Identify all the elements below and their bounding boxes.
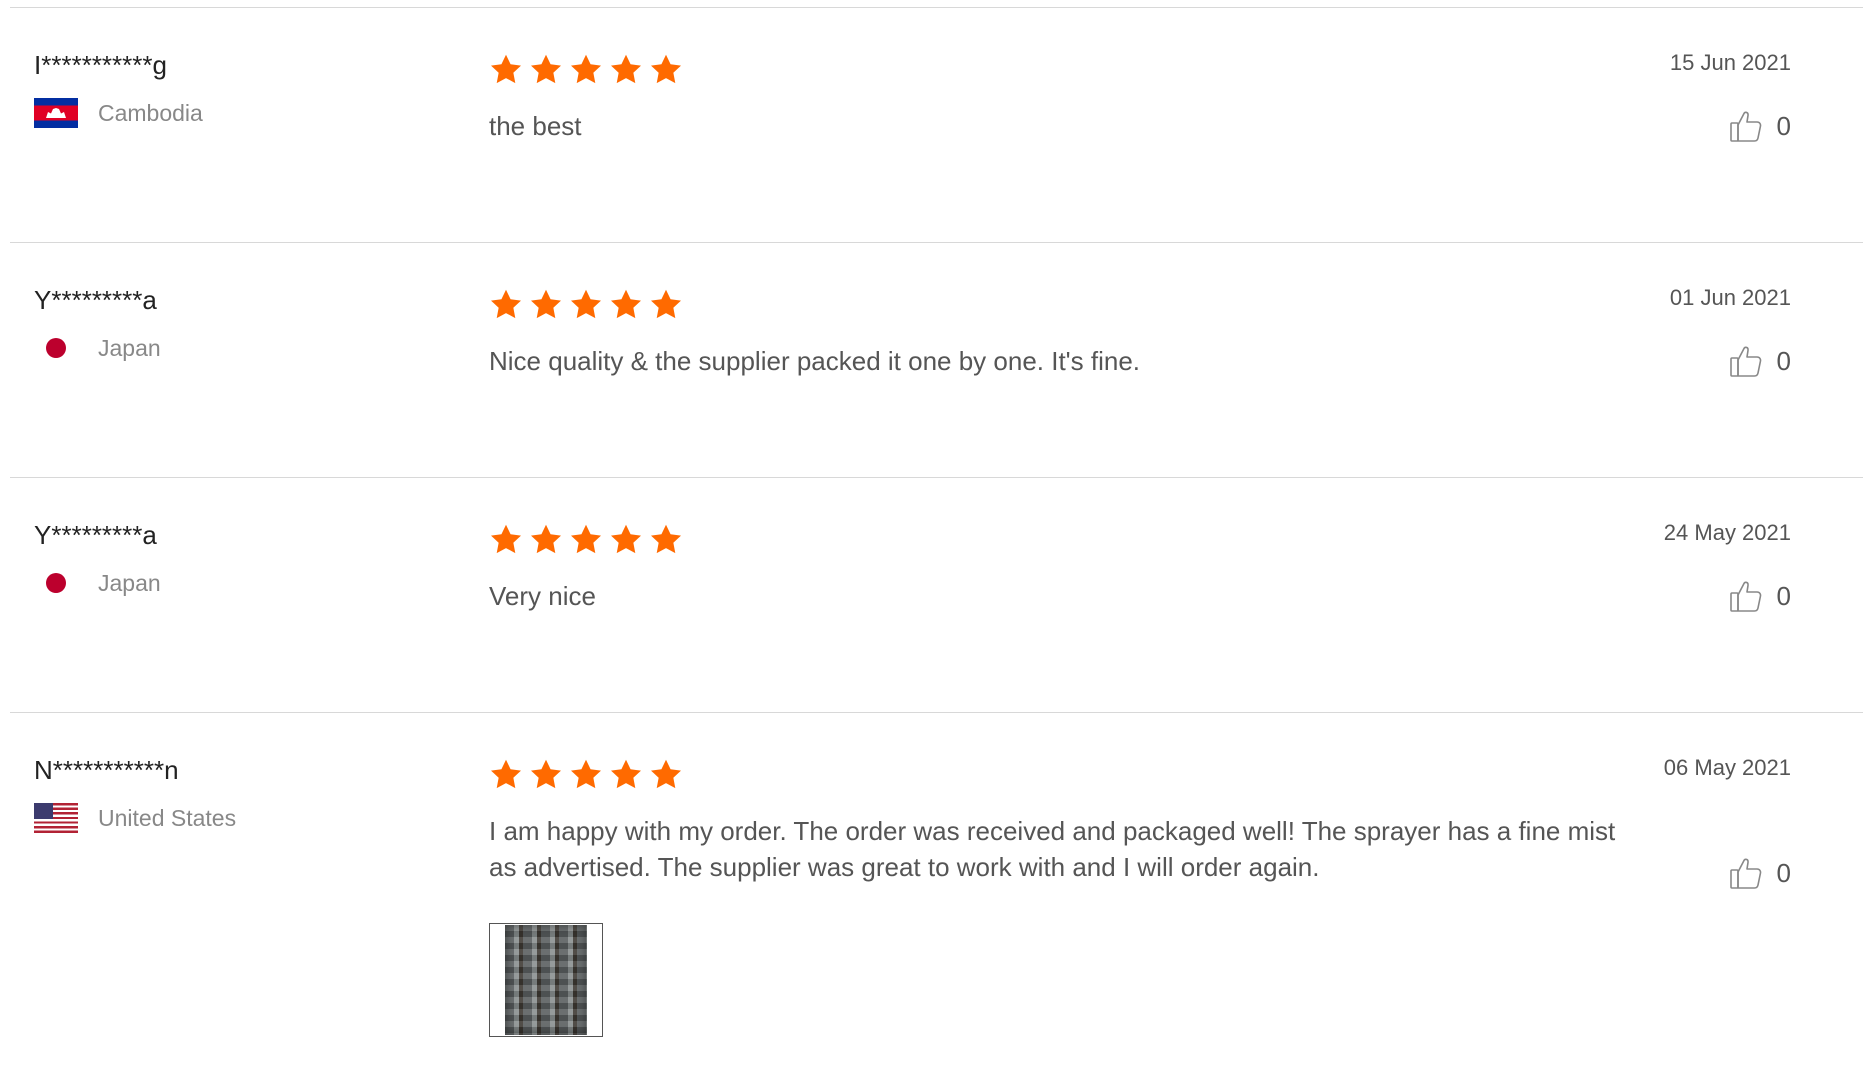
reviewer-name: I***********g <box>34 50 167 80</box>
review-comment: Nice quality & the supplier packed it on… <box>489 346 1141 376</box>
review-comment: I am happy with my order. The order was … <box>489 816 1616 882</box>
thumbs-up-icon <box>1729 578 1763 614</box>
star-icon <box>571 54 601 84</box>
star-icon <box>651 524 681 554</box>
united-states-flag-icon <box>34 803 78 833</box>
reviewer-country: Japan <box>34 568 161 598</box>
reviewer-name: Y*********a <box>34 285 157 315</box>
review-item: Y*********a Japan Nice quality & the sup… <box>10 242 1863 478</box>
star-icon <box>651 289 681 319</box>
star-icon <box>491 54 521 84</box>
star-icon <box>491 759 521 789</box>
like-button[interactable]: 0 <box>1729 108 1791 144</box>
thumbs-up-icon <box>1729 343 1763 379</box>
star-icon <box>531 54 561 84</box>
product-photo <box>505 925 587 1035</box>
review-item: I***********g Cambodia the best 15 Jun 2… <box>10 7 1863 243</box>
star-rating <box>488 757 684 793</box>
star-rating <box>488 522 684 558</box>
reviewer-name: N***********n <box>34 755 179 785</box>
country-name: Japan <box>98 334 161 361</box>
reviewer-name: Y*********a <box>34 520 157 550</box>
like-button[interactable]: 0 <box>1729 343 1791 379</box>
review-date: 01 Jun 2021 <box>1669 285 1791 310</box>
country-name: United States <box>98 804 237 831</box>
reviewer-country: Cambodia <box>34 98 203 128</box>
star-icon <box>491 289 521 319</box>
thumbs-up-icon <box>1729 855 1763 891</box>
reviewer-country: Japan <box>34 333 161 363</box>
star-icon <box>611 289 641 319</box>
cambodia-flag-icon <box>34 98 78 128</box>
star-icon <box>531 759 561 789</box>
star-icon <box>651 759 681 789</box>
review-item: Y*********a Japan Very nice 24 May 2021 … <box>10 477 1863 713</box>
star-icon <box>611 524 641 554</box>
star-icon <box>651 54 681 84</box>
star-icon <box>531 289 561 319</box>
star-rating <box>488 287 684 323</box>
star-icon <box>491 524 521 554</box>
review-photo-thumbnail[interactable] <box>489 923 603 1037</box>
like-count: 0 <box>1776 345 1791 376</box>
review-item: N***********n United States I am happy w… <box>10 712 1863 1037</box>
review-comment: the best <box>489 111 582 141</box>
review-date: 15 Jun 2021 <box>1669 50 1791 75</box>
country-name: Cambodia <box>98 99 203 126</box>
review-date: 06 May 2021 <box>1663 755 1791 780</box>
like-count: 0 <box>1776 110 1791 141</box>
star-icon <box>531 524 561 554</box>
like-button[interactable]: 0 <box>1729 855 1791 891</box>
star-icon <box>571 524 601 554</box>
country-name: Japan <box>98 569 161 596</box>
like-count: 0 <box>1776 580 1791 611</box>
like-count: 0 <box>1776 857 1791 888</box>
like-button[interactable]: 0 <box>1729 578 1791 614</box>
star-icon <box>571 289 601 319</box>
star-icon <box>571 759 601 789</box>
japan-flag-icon <box>34 333 78 363</box>
thumbs-up-icon <box>1729 108 1763 144</box>
star-icon <box>611 759 641 789</box>
review-date: 24 May 2021 <box>1663 520 1791 545</box>
reviewer-country: United States <box>34 803 236 833</box>
star-rating <box>488 52 684 88</box>
japan-flag-icon <box>34 568 78 598</box>
star-icon <box>611 54 641 84</box>
review-comment: Very nice <box>489 581 596 611</box>
